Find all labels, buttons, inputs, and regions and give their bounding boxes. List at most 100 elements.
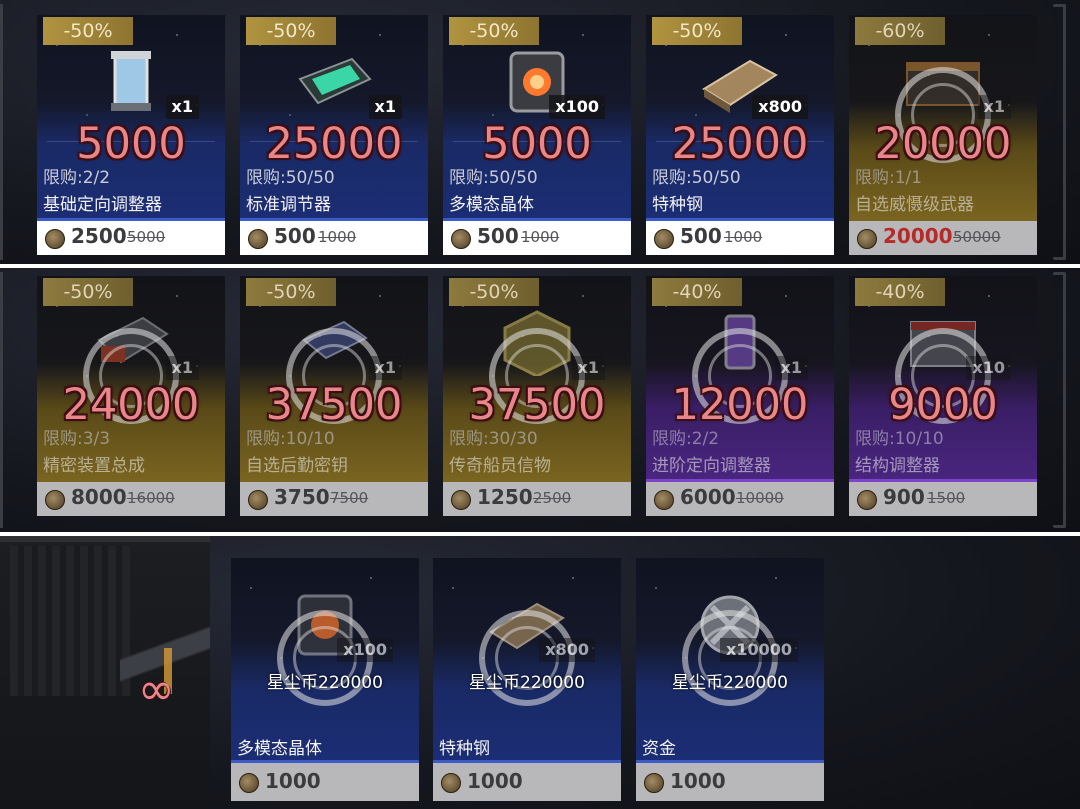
item-name: 多模态晶体 [237, 739, 322, 759]
item-quantity: x1 [774, 356, 808, 380]
stardust-coin-icon [441, 773, 461, 793]
discount-badge: -50% [246, 17, 336, 45]
sale-price: 6000 [680, 485, 736, 509]
discount-badge: -50% [43, 278, 133, 306]
item-name: 资金 [642, 739, 676, 759]
panel-frame [1053, 4, 1066, 260]
overlay-number: 37500 [468, 380, 606, 430]
shop-item-card-sold-out: -40% x10 限购:10/10 结构调整器 9000 900 1500 [849, 276, 1037, 516]
sale-price: 900 [883, 485, 925, 509]
price-button[interactable]: 500 1000 [646, 221, 834, 255]
price-button: 1000 [636, 763, 824, 801]
shop-panel-row-3: ∞ x100 星尘币220000 多模态晶体 1000 x800 星尘币2200… [0, 536, 1080, 809]
overlay-price: 星尘币220000 [267, 673, 383, 693]
overlay-number: 20000 [874, 119, 1012, 169]
space-station-backdrop [0, 536, 210, 809]
shop-panel-row-1: -50% x1 限购:2/2 基础定向调整器 5000 2500 5000 -5… [0, 0, 1080, 264]
stardust-coin-icon [45, 490, 65, 510]
item-quantity: x1 [571, 356, 605, 380]
sale-price: 2500 [71, 224, 127, 248]
stardust-coin-icon [248, 229, 268, 249]
overlay-number: 37500 [265, 380, 403, 430]
original-price: 16000 [127, 489, 175, 507]
price-button[interactable]: 500 1000 [240, 221, 428, 255]
sale-price: 500 [274, 224, 316, 248]
original-price: 1500 [927, 489, 966, 507]
item-quantity: x1 [165, 356, 199, 380]
discount-badge: -50% [652, 17, 742, 45]
overlay-number: 12000 [671, 380, 809, 430]
shop-item-card-sold-out: -50% x1 限购:3/3 精密装置总成 24000 8000 16000 [37, 276, 225, 516]
shop-item-card-sold-out: -50% x1 限购:30/30 传奇船员信物 37500 1250 2500 [443, 276, 631, 516]
shop-item-card[interactable]: -50% x800 限购:50/50 特种钢 25000 500 1000 [646, 15, 834, 255]
item-name: 自选威慑级武器 [855, 195, 974, 215]
original-price: 5000 [127, 228, 166, 246]
item-quantity: x10000 [720, 638, 798, 662]
original-price: 10000 [736, 489, 784, 507]
station-tower [10, 546, 130, 696]
price-button[interactable]: 2500 5000 [37, 221, 225, 255]
item-name: 结构调整器 [855, 456, 940, 476]
shop-item-card-sold-out: -60% x1 限购:1/1 自选威慑级武器 20000 20000 50000 [849, 15, 1037, 255]
discount-badge: -40% [855, 278, 945, 306]
shop-item-card[interactable]: -50% x100 限购:50/50 多模态晶体 5000 500 1000 [443, 15, 631, 255]
original-price: 1000 [724, 228, 763, 246]
panel-frame [0, 4, 11, 260]
stardust-coin-icon [857, 229, 877, 249]
overlay-number: 5000 [76, 119, 186, 169]
stardust-coin-icon [451, 229, 471, 249]
item-quantity: x100 [337, 638, 393, 662]
overlay-number: 5000 [482, 119, 592, 169]
price-button[interactable]: 500 1000 [443, 221, 631, 255]
item-name: 传奇船员信物 [449, 456, 551, 476]
overlay-price: 星尘币220000 [469, 673, 585, 693]
sale-price: 8000 [71, 485, 127, 509]
item-quantity: x1 [977, 95, 1011, 119]
stardust-coin-icon [857, 490, 877, 510]
discount-badge: -50% [449, 278, 539, 306]
stardust-coin-icon [654, 229, 674, 249]
price-button: 1250 2500 [443, 482, 631, 516]
shop-item-card[interactable]: -50% x1 限购:50/50 标准调节器 25000 500 1000 [240, 15, 428, 255]
item-name: 标准调节器 [246, 195, 331, 215]
discount-badge: -60% [855, 17, 945, 45]
original-price: 50000 [953, 228, 1001, 246]
discount-badge: -50% [43, 17, 133, 45]
overlay-number: 9000 [888, 380, 998, 430]
item-name: 进阶定向调整器 [652, 456, 771, 476]
item-name: 特种钢 [439, 739, 490, 759]
sale-price: 500 [477, 224, 519, 248]
capsule-icon [298, 57, 372, 105]
stardust-coin-icon [644, 773, 664, 793]
sale-price: 1000 [670, 769, 726, 793]
panel-frame [0, 272, 11, 528]
item-quantity: x1 [165, 95, 199, 119]
stardust-coin-icon [239, 773, 259, 793]
item-name: 多模态晶体 [449, 195, 534, 215]
sale-price: 1000 [467, 769, 523, 793]
overlay-number: 24000 [62, 380, 200, 430]
price-button: 6000 10000 [646, 482, 834, 516]
item-name: 特种钢 [652, 195, 703, 215]
price-button: 1000 [433, 763, 621, 801]
stardust-coin-icon [248, 490, 268, 510]
item-quantity: x100 [549, 95, 605, 119]
price-button: 3750 7500 [240, 482, 428, 516]
shop-item-card-sold-out: x100 星尘币220000 多模态晶体 1000 [231, 558, 419, 801]
infinity-symbol: ∞ [138, 664, 175, 715]
sale-price: 1250 [477, 485, 533, 509]
shop-item-card-sold-out: -40% x1 限购:2/2 进阶定向调整器 12000 6000 10000 [646, 276, 834, 516]
shop-item-card-sold-out: -50% x1 限购:10/10 自选后勤密钥 37500 3750 7500 [240, 276, 428, 516]
item-name: 基础定向调整器 [43, 195, 162, 215]
stardust-coin-icon [45, 229, 65, 249]
item-quantity: x1 [368, 95, 402, 119]
stardust-coin-icon [451, 490, 471, 510]
original-price: 1000 [521, 228, 560, 246]
container-icon [111, 51, 151, 111]
price-button: 20000 50000 [849, 221, 1037, 255]
shop-item-card[interactable]: -50% x1 限购:2/2 基础定向调整器 5000 2500 5000 [37, 15, 225, 255]
item-quantity: x800 [752, 95, 808, 119]
shop-item-card-sold-out: x10000 星尘币220000 资金 1000 [636, 558, 824, 801]
price-button: 1000 [231, 763, 419, 801]
original-price: 7500 [330, 489, 369, 507]
